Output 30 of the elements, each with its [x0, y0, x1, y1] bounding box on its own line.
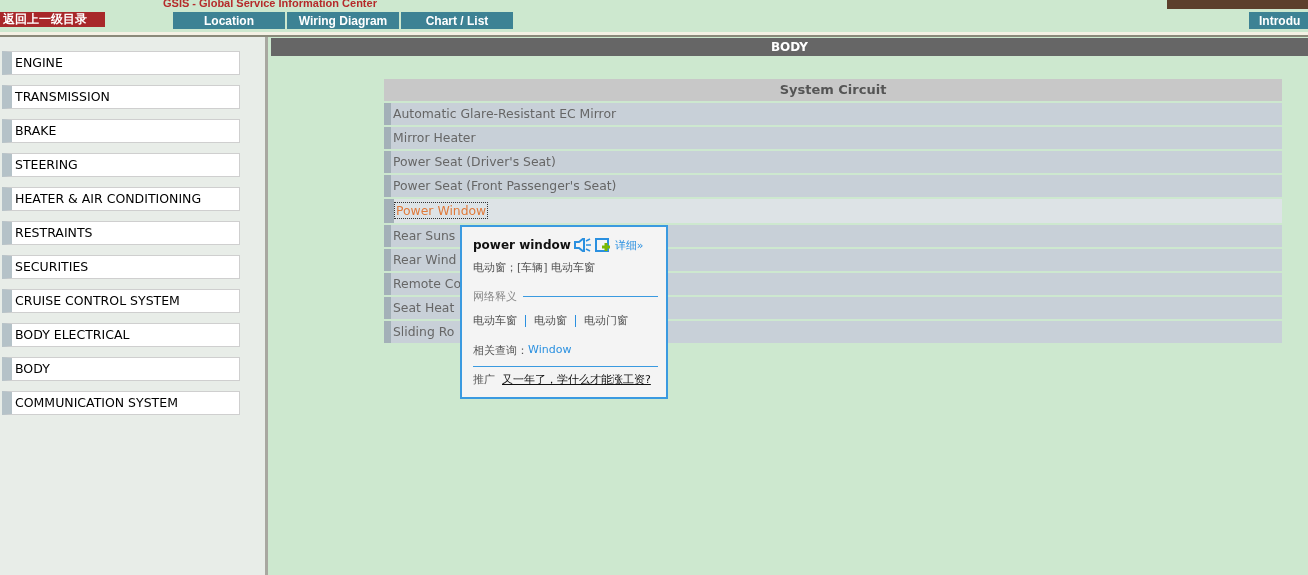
sidebar-item[interactable]: BODY	[2, 357, 240, 381]
sidebar-item[interactable]: BODY ELECTRICAL	[2, 323, 240, 347]
related-label: 相关查询：	[473, 343, 528, 358]
related-link[interactable]: Window	[528, 343, 572, 358]
circuit-link[interactable]: Power Seat (Front Passenger's Seat)	[384, 175, 1282, 197]
back-link[interactable]: 返回上一级目录	[0, 12, 105, 27]
sidebar-item[interactable]: HEATER & AIR CONDITIONING	[2, 187, 240, 211]
add-icon[interactable]	[594, 238, 612, 252]
sidebar-item[interactable]: SECURITIES	[2, 255, 240, 279]
nav-tab[interactable]: Chart / List	[401, 12, 513, 29]
sidebar-item[interactable]: BRAKE	[2, 119, 240, 143]
circuit-link[interactable]: Automatic Glare-Resistant EC Mirror	[384, 103, 1282, 125]
nav-tab[interactable]: Wiring Diagram	[287, 12, 399, 29]
sidebar-item[interactable]: CRUISE CONTROL SYSTEM	[2, 289, 240, 313]
sidebar-item[interactable]: ENGINE	[2, 51, 240, 75]
circuit-link[interactable]: Mirror Heater	[384, 127, 1282, 149]
circuit-link[interactable]: Power Window	[384, 199, 1282, 223]
sidebar-item[interactable]: TRANSMISSION	[2, 85, 240, 109]
promo-label: 推广	[473, 372, 495, 387]
nav-tab[interactable]: Introdu	[1249, 12, 1308, 29]
promo-link[interactable]: 又一年了，学什么才能涨工资?	[502, 372, 651, 387]
section-title: BODY	[271, 38, 1308, 56]
sidebar-item[interactable]: STEERING	[2, 153, 240, 177]
nav-tab[interactable]: Location	[173, 12, 285, 29]
table-header: System Circuit	[384, 79, 1282, 101]
site-title: GSIS - Global Service Information Center	[163, 0, 377, 9]
speaker-icon[interactable]	[573, 238, 592, 252]
circuit-link[interactable]: Power Seat (Driver's Seat)	[384, 151, 1282, 173]
sidebar-item[interactable]: RESTRAINTS	[2, 221, 240, 245]
sidebar-item[interactable]: COMMUNICATION SYSTEM	[2, 391, 240, 415]
